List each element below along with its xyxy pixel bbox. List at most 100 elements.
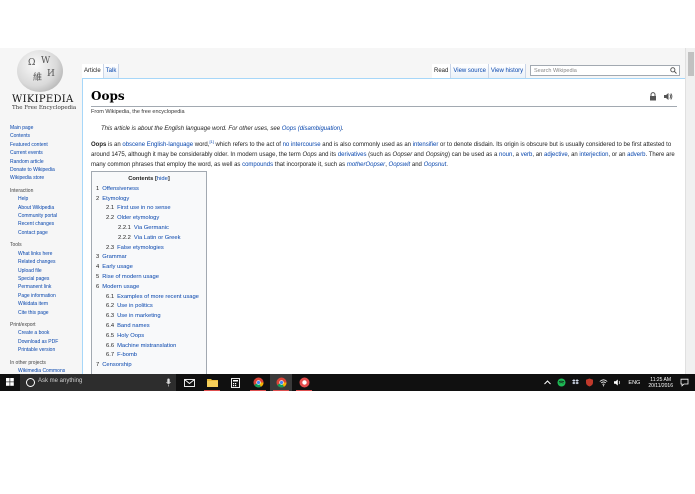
toc-item-text: Etymology [102, 195, 130, 202]
toc-item[interactable]: 2.1 First use in no sense [96, 204, 202, 214]
search-input[interactable]: Search Wikipedia [530, 65, 680, 76]
sidebar-item-download-pdf[interactable]: Download as PDF [10, 338, 80, 346]
sidebar-item-current-events[interactable]: Current events [10, 149, 80, 157]
scrollbar-thumb[interactable] [688, 52, 694, 76]
toc-item[interactable]: 2 Etymology [96, 195, 202, 205]
toc-item[interactable]: 6.2 Use in politics [96, 302, 202, 312]
toc-item-text: Offensiveness [102, 185, 139, 192]
hatnote-link[interactable]: Oops (disambiguation) [282, 126, 342, 132]
shield-icon[interactable] [585, 378, 594, 387]
lead-link[interactable]: adjective [544, 152, 568, 158]
lead-link[interactable]: obscene [122, 142, 145, 148]
taskbar-chrome[interactable] [247, 374, 269, 391]
toc-item[interactable]: 6.4 Band names [96, 322, 202, 332]
tab-article[interactable]: Article [82, 64, 104, 78]
wifi-icon[interactable] [599, 378, 608, 387]
toc-item[interactable]: 7 Censorship [96, 361, 202, 371]
sidebar-item-permanent-link[interactable]: Permanent link [10, 283, 80, 291]
taskbar-chrome-active[interactable] [270, 374, 292, 391]
toc-item[interactable]: 6.6 Machine mistranslation [96, 342, 202, 352]
search-icon[interactable] [670, 67, 677, 74]
taskbar-app[interactable] [293, 374, 315, 391]
action-center-icon[interactable] [680, 378, 689, 387]
spotify-icon[interactable] [557, 378, 566, 387]
wikipedia-logo[interactable]: Ω W 維 И Wikipedia The Free Encyclopedia [12, 50, 77, 111]
lead-text: which refers to the act of [213, 142, 283, 148]
article-content: Oops From Wikipedia, the free encycloped… [82, 78, 685, 391]
tab-view-history[interactable]: View history [488, 64, 527, 78]
windows-taskbar: Ask me anything ENG 11:25 AM 20/11/2016 [0, 374, 695, 391]
volume-icon[interactable] [613, 378, 622, 387]
sidebar-item-page-information[interactable]: Page information [10, 292, 80, 300]
sidebar-item-about[interactable]: About Wikipedia [10, 204, 80, 212]
taskbar-file-explorer[interactable] [201, 374, 223, 391]
lead-link[interactable]: noun [499, 152, 512, 158]
toc-item[interactable]: 2.3 False etymologies [96, 244, 202, 254]
sidebar-item-what-links-here[interactable]: What links here [10, 250, 80, 258]
lead-link[interactable]: interjection [579, 152, 608, 158]
language-indicator[interactable]: ENG [628, 380, 640, 386]
toc-item[interactable]: 2.2.2 Via Latin or Greek [96, 234, 202, 244]
sidebar-item-main-page[interactable]: Main page [10, 124, 80, 132]
start-button[interactable] [0, 374, 20, 391]
sidebar-item-recent-changes[interactable]: Recent changes [10, 220, 80, 228]
toc-item[interactable]: 5 Rise of modern usage [96, 273, 202, 283]
page-scrollbar[interactable] [685, 48, 695, 374]
toc-item[interactable]: 6 Modern usage [96, 283, 202, 293]
toc-item-text: Use in politics [117, 303, 153, 310]
sidebar-item-donate[interactable]: Donate to Wikipedia [10, 166, 80, 174]
chevron-up-icon[interactable] [543, 378, 552, 387]
sidebar-item-help[interactable]: Help [10, 195, 80, 203]
toc-item[interactable]: 3 Grammar [96, 253, 202, 263]
tab-talk[interactable]: Talk [103, 64, 120, 78]
lead-link[interactable]: intensifier [413, 142, 439, 148]
toc-title: Contents [128, 176, 154, 182]
calculator-icon [230, 377, 240, 388]
lead-link[interactable]: verb [521, 152, 533, 158]
lead-link[interactable]: compounds [242, 162, 273, 168]
sidebar-item-random-article[interactable]: Random article [10, 158, 80, 166]
sidebar-item-upload-file[interactable]: Upload file [10, 267, 80, 275]
toc-item[interactable]: 4 Early usage [96, 263, 202, 273]
toc-item-number: 6.7 [106, 352, 115, 359]
sidebar-item-community-portal[interactable]: Community portal [10, 212, 80, 220]
taskbar-calculator[interactable] [224, 374, 246, 391]
toc-hide-toggle[interactable]: hide [157, 176, 168, 182]
sidebar-item-related-changes[interactable]: Related changes [10, 258, 80, 266]
toc-item[interactable]: 6.7 F-bomb [96, 351, 202, 361]
speaker-icon[interactable] [663, 92, 673, 101]
lead-link[interactable]: no intercourse [283, 142, 321, 148]
toc-item[interactable]: 2.2 Older etymology [96, 214, 202, 224]
sidebar-item-printable-version[interactable]: Printable version [10, 346, 80, 354]
toc-item[interactable]: 1 Offensiveness [96, 185, 202, 195]
toc-item[interactable]: 6.3 Use in marketing [96, 312, 202, 322]
sidebar-heading-interaction: Interaction [10, 187, 34, 194]
lead-link[interactable]: derivatives [338, 152, 367, 158]
sidebar-item-featured-content[interactable]: Featured content [10, 141, 80, 149]
sidebar-item-store[interactable]: Wikipedia store [10, 174, 80, 182]
sidebar-item-special-pages[interactable]: Special pages [10, 275, 80, 283]
cortana-search-box[interactable]: Ask me anything [20, 374, 176, 391]
toc-item[interactable]: 6.1 Examples of more recent usage [96, 293, 202, 303]
lock-icon[interactable] [649, 92, 657, 101]
toc-item[interactable]: 2.2.1 Via Germanic [96, 224, 202, 234]
sidebar-item-contact-page[interactable]: Contact page [10, 229, 80, 237]
lead-link[interactable]: adverb [627, 152, 645, 158]
sidebar-item-wikidata-item[interactable]: Wikidata item [10, 300, 80, 308]
microphone-icon[interactable] [166, 378, 171, 387]
lead-link[interactable]: Oopswit [389, 162, 411, 168]
dropbox-icon[interactable] [571, 378, 580, 387]
lead-link[interactable]: English-language [147, 142, 193, 148]
tab-view-source[interactable]: View source [451, 64, 489, 78]
running-indicator [273, 389, 289, 391]
lead-link[interactable]: motherOopser [347, 162, 385, 168]
taskbar-mail-app[interactable] [178, 374, 200, 391]
system-clock[interactable]: 11:25 AM 20/11/2016 [648, 377, 673, 389]
tab-read[interactable]: Read [432, 64, 452, 78]
sidebar-item-cite-this-page[interactable]: Cite this page [10, 309, 80, 317]
sidebar-item-contents[interactable]: Contents [10, 132, 80, 140]
logo-tagline: The Free Encyclopedia [12, 105, 77, 111]
lead-link[interactable]: Oopsnut [424, 162, 447, 168]
sidebar-item-create-book[interactable]: Create a book [10, 329, 80, 337]
toc-item[interactable]: 6.5 Holy Oops [96, 332, 202, 342]
